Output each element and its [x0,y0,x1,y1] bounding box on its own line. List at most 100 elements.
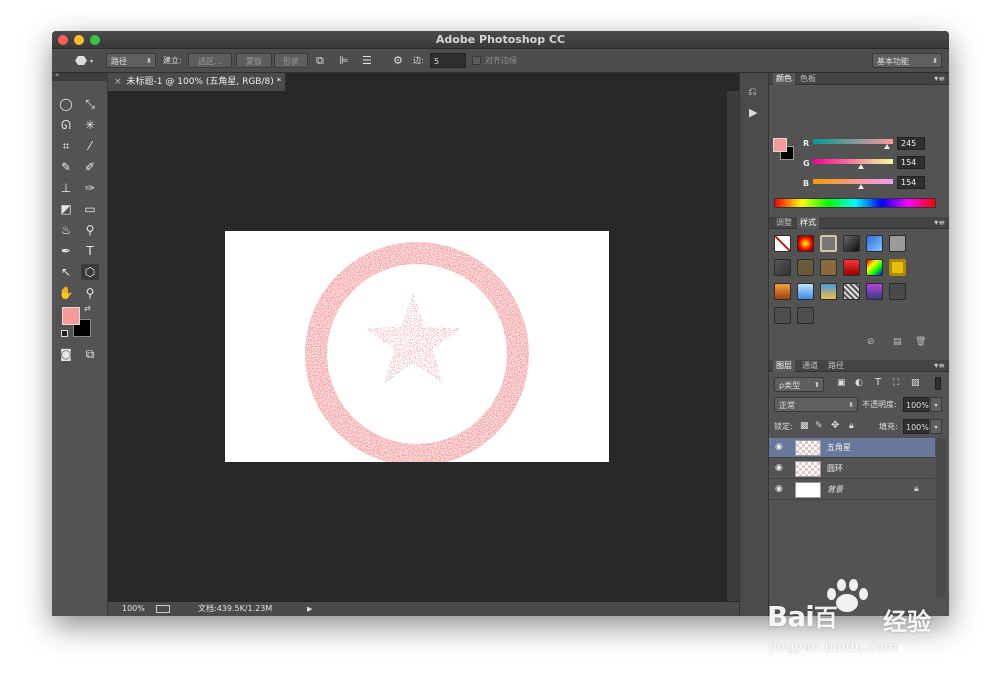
style-bronze[interactable] [797,259,814,276]
g-slider-thumb[interactable] [858,164,864,169]
lasso-tool-icon[interactable]: ᘏ [57,117,75,133]
layer-row[interactable]: ◉ 圆环 [769,459,935,479]
mode-dropdown[interactable]: 路径 [106,53,156,69]
eye-icon[interactable]: ◉ [775,484,785,494]
clone-stamp-tool-icon[interactable]: ⊥ [57,180,75,196]
selection-button[interactable]: 选区... [188,53,232,68]
sides-input[interactable]: 5 [430,53,466,68]
style-frame[interactable] [820,235,837,252]
lock-all-icon[interactable]: 🔒︎ [849,421,854,431]
style-red-gel[interactable] [843,259,860,276]
filter-pixel-icon[interactable]: ▣ [837,378,846,388]
b-slider-track[interactable] [813,179,893,184]
preview-icon[interactable] [156,605,170,613]
b-slider-thumb[interactable] [858,184,864,189]
shape-button[interactable]: 形状 [274,53,308,68]
quick-mask-icon[interactable]: ◙ [57,346,75,362]
path-alignment-icon[interactable]: ⊫ [339,53,351,68]
clear-style-icon[interactable]: ⊘ [867,337,875,347]
g-slider-track[interactable] [813,159,893,164]
layers-panel-scrollbar[interactable] [936,438,946,598]
magic-wand-tool-icon[interactable]: ✳ [81,117,99,133]
style-dark-chrome[interactable] [843,235,860,252]
fill-input[interactable]: 100% [903,419,929,434]
style-stone[interactable] [774,259,791,276]
path-arrangement-icon[interactable]: ☰ [362,53,376,68]
style-orange[interactable] [774,283,791,300]
eye-icon[interactable]: ◉ [775,442,785,452]
screen-mode-icon[interactable]: ⧉ [81,346,99,362]
history-panel-icon[interactable]: ⎌ [748,85,757,99]
delete-style-icon[interactable]: 🗑 [915,337,926,347]
foreground-color-swatch[interactable] [62,307,80,325]
path-selection-tool-icon[interactable]: ↖ [57,264,75,280]
layer-row[interactable]: ◉ 五角星 [769,438,935,458]
zoom-tool-icon[interactable]: ⚲ [81,285,99,301]
crop-tool-icon[interactable]: ⌗ [57,138,75,154]
color-spectrum-bar[interactable] [774,198,936,208]
hand-tool-icon[interactable]: ✋ [57,285,75,301]
document-tab[interactable]: × 未标题-1 @ 100% (五角星, RGB/8) * [108,73,286,91]
eraser-tool-icon[interactable]: ◩ [57,201,75,217]
g-value-input[interactable]: 154 [897,156,925,169]
eyedropper-tool-icon[interactable]: ⁄ [81,138,99,154]
layer-filter-dropdown[interactable]: ρ类型 [774,377,824,393]
status-menu-arrow-icon[interactable]: ▶ [307,602,312,616]
panel-foreground-color[interactable] [773,138,787,152]
swap-colors-icon[interactable]: ⇄ [84,304,91,313]
style-purple[interactable] [866,283,883,300]
panel-menu-icon[interactable]: ▾≡ [934,360,945,372]
filter-shape-icon[interactable]: ⛶ [893,378,899,388]
lock-position-icon[interactable]: ✥ [831,420,839,431]
style-empty-2[interactable] [797,307,814,324]
filter-toggle[interactable] [935,377,941,390]
path-operations-icon[interactable]: ⧉ [316,53,328,68]
mask-button[interactable]: 蒙版 [236,53,272,68]
filter-smart-object-icon[interactable]: ▧ [911,378,920,388]
eye-icon[interactable]: ◉ [775,463,785,473]
type-tool-icon[interactable]: T [81,243,99,259]
tab-styles[interactable]: 样式 [797,217,819,229]
ellipse-marquee-tool-icon[interactable]: ◯ [57,96,75,112]
r-value-input[interactable]: 245 [897,137,925,150]
opacity-input[interactable]: 100% [903,397,929,412]
style-wood[interactable] [820,259,837,276]
blur-tool-icon[interactable]: ♨ [57,222,75,238]
opacity-stepper[interactable]: ▾ [930,397,942,412]
zoom-level[interactable]: 100% [122,602,145,616]
default-colors-icon[interactable] [61,330,68,337]
close-tab-icon[interactable]: × [114,77,122,87]
pen-tool-icon[interactable]: ✒ [57,243,75,259]
tab-paths[interactable]: 路径 [825,360,847,372]
tool-preset-picker[interactable]: ▾ [66,53,96,68]
tab-adjustments[interactable]: 调整 [773,217,795,229]
gradient-tool-icon[interactable]: ▭ [81,201,99,217]
history-brush-tool-icon[interactable]: ✑ [81,180,99,196]
tab-swatches[interactable]: 色板 [797,73,819,85]
brush-tool-icon[interactable]: ✐ [81,159,99,175]
r-slider-thumb[interactable] [884,144,890,149]
panel-menu-icon[interactable]: ▾≡ [934,73,945,85]
style-dark[interactable] [889,283,906,300]
workspace-dropdown[interactable]: 基本功能 [872,53,942,69]
b-value-input[interactable]: 154 [897,176,925,189]
document-canvas[interactable] [225,231,609,462]
lock-image-icon[interactable]: ✎ [815,421,823,431]
gear-icon[interactable]: ⚙ [393,53,407,68]
polygon-shape-tool-icon[interactable]: ⬡ [81,264,99,280]
r-slider-track[interactable] [813,139,893,144]
actions-panel-icon[interactable]: ▶ [749,106,757,119]
style-empty-1[interactable] [774,307,791,324]
filter-adjustment-icon[interactable]: ◐ [855,378,863,388]
style-sky[interactable] [797,283,814,300]
style-rainbow[interactable] [866,259,883,276]
style-gold[interactable] [889,259,906,276]
style-gray[interactable] [889,235,906,252]
style-sunset[interactable] [820,283,837,300]
tab-channels[interactable]: 通道 [799,360,821,372]
vertical-scrollbar[interactable] [727,91,739,601]
new-style-icon[interactable]: ▤ [893,337,902,347]
tab-layers[interactable]: 图层 [773,360,795,372]
style-red-glow[interactable] [797,235,814,252]
style-blue-glass[interactable] [866,235,883,252]
